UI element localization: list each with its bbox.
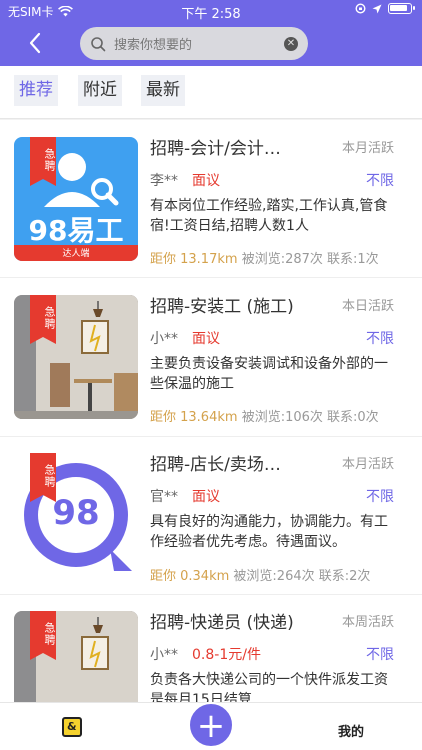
contact-count: 联系:1次 <box>327 252 379 267</box>
divider <box>0 594 422 595</box>
job-title: 招聘-安装工 (施工) <box>150 297 294 317</box>
requirement-limit: 不限 <box>366 331 394 347</box>
poster-name: 小** <box>150 331 178 347</box>
salary: 面议 <box>192 173 220 189</box>
activity-status: 本周活跃 <box>341 615 394 630</box>
home-tab-icon[interactable]: & <box>62 717 82 737</box>
salary: 面议 <box>192 489 220 505</box>
search-placeholder: 搜索你想要的 <box>114 38 193 53</box>
activity-status: 本日活跃 <box>341 299 394 314</box>
chevron-left-icon <box>29 32 41 54</box>
urgent-badge: 急聘 <box>30 137 56 186</box>
list-item[interactable]: 98易工 达人端 急聘 招聘-会计/会计… 本月活跃 李** 面议 不限 有本岗… <box>0 120 422 275</box>
clear-icon[interactable]: ✕ <box>284 36 298 51</box>
job-title: 招聘-会计/会计… <box>150 139 281 159</box>
job-description: 有本岗位工作经验,踏实,工作认真,管食宿!工资日结,招聘人数1人 <box>150 198 388 234</box>
poster-name: 小** <box>150 647 178 663</box>
list-item[interactable]: 急聘 招聘-安装工 (施工) 本日活跃 小** 面议 不限 主要负责设备安装调试… <box>0 280 422 435</box>
tab-latest[interactable]: 最新 <box>141 75 185 106</box>
tab-bar: 推荐 附近 最新 <box>0 66 422 119</box>
contact-count: 联系:2次 <box>318 569 371 584</box>
job-meta: 距你 0.34km 被浏览:264次 联系:2次 <box>150 565 370 584</box>
add-post-button[interactable]: + <box>188 702 234 748</box>
tab-mine[interactable]: 我的 <box>338 721 364 740</box>
job-thumbnail: 急聘 <box>14 295 138 419</box>
app-root: 无SIM卡 下午 2:58 搜索你想要的 ✕ 推荐 附近 最新 98易工 达人端… <box>0 0 422 750</box>
thumb-sub-text: 达人端 <box>62 249 90 259</box>
view-count: 被浏览:287次 <box>241 252 323 267</box>
thumb-logo-text: 98易工 <box>28 214 124 247</box>
tab-nearby[interactable]: 附近 <box>78 75 122 106</box>
job-thumbnail: 98易工 达人端 急聘 <box>14 137 138 261</box>
contact-count: 联系:0次 <box>327 410 379 425</box>
divider <box>0 277 422 278</box>
job-thumbnail: 急聘 <box>14 611 138 702</box>
list-item[interactable]: 98 急聘 招聘-店长/卖场… 本月活跃 官** 面议 不限 具有良好的沟通能力… <box>0 438 422 593</box>
status-right <box>355 3 415 14</box>
header: 无SIM卡 下午 2:58 搜索你想要的 ✕ <box>0 0 422 66</box>
activity-status: 本月活跃 <box>341 457 394 472</box>
tab-recommend[interactable]: 推荐 <box>14 75 58 106</box>
distance: 距你 13.64km <box>150 410 238 425</box>
job-description: 负责各大快递公司的一个快件派发工资是每月15日结算 <box>150 672 388 702</box>
back-button[interactable] <box>24 30 48 56</box>
job-description: 主要负责设备安装调试和设备外部的一些保温的施工 <box>150 356 388 392</box>
urgent-badge: 急聘 <box>30 611 56 660</box>
requirement-limit: 不限 <box>366 647 394 663</box>
job-thumbnail: 98 急聘 <box>14 453 138 577</box>
view-count: 被浏览:106次 <box>241 410 323 425</box>
requirement-limit: 不限 <box>366 489 394 505</box>
activity-status: 本月活跃 <box>341 141 394 156</box>
urgent-badge: 急聘 <box>30 453 56 502</box>
search-input[interactable]: 搜索你想要的 ✕ <box>80 27 308 60</box>
job-list: 98易工 达人端 急聘 招聘-会计/会计… 本月活跃 李** 面议 不限 有本岗… <box>0 120 422 702</box>
status-bar: 无SIM卡 下午 2:58 <box>0 0 422 22</box>
poster-name: 官** <box>150 489 178 505</box>
poster-name: 李** <box>150 173 178 189</box>
distance: 距你 0.34km <box>150 569 230 584</box>
rotation-lock-icon <box>355 3 366 14</box>
battery-icon <box>388 3 415 14</box>
job-meta: 距你 13.64km 被浏览:106次 联系:0次 <box>150 406 379 425</box>
job-title: 招聘-快递员 (快递) <box>150 613 294 633</box>
salary: 面议 <box>192 331 220 347</box>
home-tab-glyph: & <box>67 720 77 733</box>
job-title: 招聘-店长/卖场… <box>150 455 281 475</box>
distance: 距你 13.17km <box>150 252 238 267</box>
salary: 0.8-1元/件 <box>192 647 261 663</box>
location-icon <box>372 4 382 13</box>
list-item[interactable]: 急聘 招聘-快递员 (快递) 本周活跃 小** 0.8-1元/件 不限 负责各大… <box>0 596 422 702</box>
divider <box>0 436 422 437</box>
view-count: 被浏览:264次 <box>233 569 315 584</box>
requirement-limit: 不限 <box>366 173 394 189</box>
search-icon <box>91 36 106 51</box>
job-description: 具有良好的沟通能力，协调能力。有工作经验者优先考虑。待遇面议。 <box>150 514 388 550</box>
job-meta: 距你 13.17km 被浏览:287次 联系:1次 <box>150 248 379 267</box>
urgent-badge: 急聘 <box>30 295 56 344</box>
